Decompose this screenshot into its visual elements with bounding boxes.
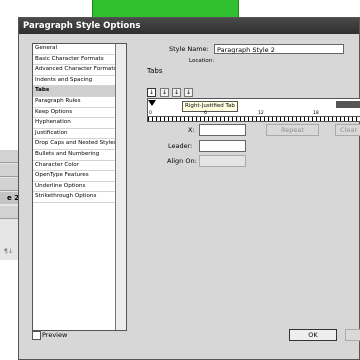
category-item[interactable]: Bullets and Numbering <box>33 150 116 161</box>
x-label: X: <box>188 126 195 134</box>
category-item[interactable]: Character Color <box>33 161 116 172</box>
category-items: General Basic Character Formats Advanced C… <box>33 44 116 203</box>
category-item[interactable]: Advanced Character Formats <box>33 65 116 76</box>
style-name-label: Style Name: <box>169 45 209 53</box>
category-list[interactable]: General Basic Character Formats Advanced C… <box>32 43 127 331</box>
panel-menu-icon[interactable]: ¶↓ <box>4 248 13 255</box>
category-scrollbar[interactable] <box>115 44 126 330</box>
right-justified-tab-button[interactable]: ↓ <box>172 88 181 97</box>
category-item[interactable]: Indents and Spacing <box>33 76 116 87</box>
preview-checkbox[interactable] <box>32 331 41 340</box>
tab-tooltip: Right-Justified Tab <box>182 101 238 112</box>
preview-label: Preview <box>42 331 68 339</box>
category-item[interactable]: General <box>33 44 116 55</box>
paragraph-style-options-dialog: Paragraph Style Options General Basic Cha… <box>18 17 360 360</box>
align-on-label: Align On: <box>167 157 197 165</box>
right-indent-marker[interactable] <box>336 101 360 108</box>
section-title: Tabs <box>147 67 163 75</box>
repeat-button[interactable]: Repeat <box>266 124 319 136</box>
category-item[interactable]: Strikethrough Options <box>33 192 116 203</box>
category-item[interactable]: Justification <box>33 129 116 140</box>
cancel-button[interactable] <box>345 329 360 341</box>
ruler-ticks <box>148 116 360 121</box>
align-on-input[interactable] <box>199 155 246 167</box>
style-name-input[interactable]: Paragraph Style 2 <box>214 44 344 54</box>
category-item[interactable]: Basic Character Formats <box>33 55 116 66</box>
category-item[interactable]: Underline Options <box>33 182 116 193</box>
category-item[interactable]: OpenType Features <box>33 171 116 182</box>
leader-input[interactable] <box>199 140 246 152</box>
category-item[interactable]: Tabs <box>33 86 116 97</box>
align-to-decimal-tab-button[interactable]: ↓ <box>184 88 193 97</box>
category-item[interactable]: Keep Options <box>33 108 116 119</box>
center-justified-tab-button[interactable]: ↓ <box>160 88 169 97</box>
ok-button[interactable]: OK <box>289 329 337 341</box>
category-item[interactable]: Paragraph Rules <box>33 97 116 108</box>
dialog-title[interactable]: Paragraph Style Options <box>19 18 359 34</box>
indent-marker-icon[interactable] <box>148 100 156 106</box>
category-item[interactable]: Hyphenation <box>33 118 116 129</box>
left-justified-tab-button[interactable]: ↓ <box>147 88 156 97</box>
x-position-input[interactable] <box>199 124 246 136</box>
leader-label: Leader: <box>168 142 193 150</box>
clear-button[interactable]: Clear <box>335 124 360 136</box>
tab-ruler[interactable]: Right-Justified Tab 0 6 12 18 <box>147 98 360 122</box>
location-label: Location: <box>189 58 215 64</box>
category-item[interactable]: Drop Caps and Nested Styles <box>33 139 116 150</box>
